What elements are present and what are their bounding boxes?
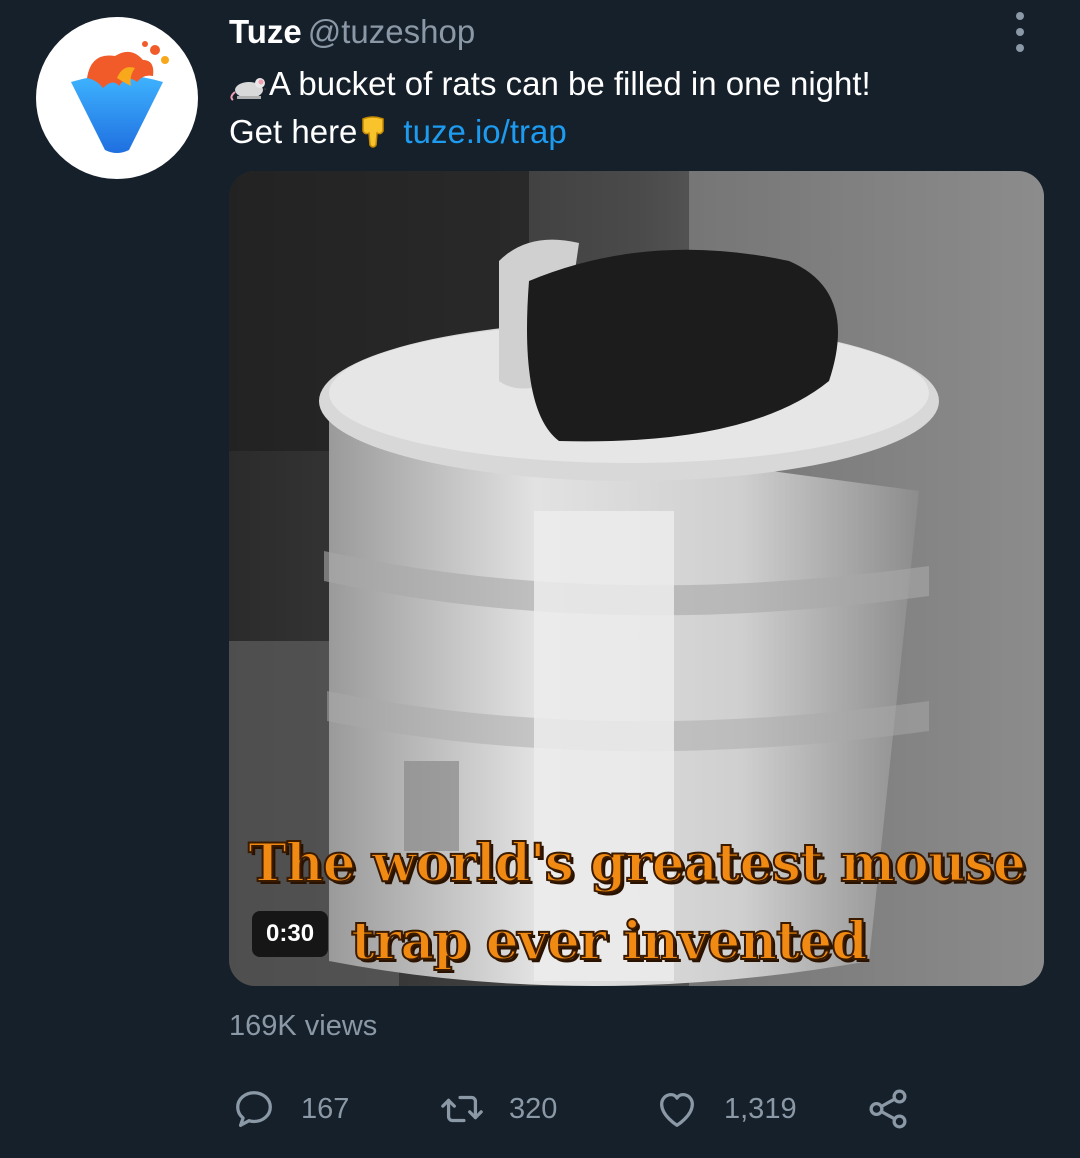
tweet-text: A bucket of rats can be filled in one ni… [229,60,871,156]
share-icon [869,1089,907,1129]
handle[interactable]: @tuzeshop [308,13,475,50]
tweet-link[interactable]: tuze.io/trap [403,113,566,150]
tweet-text-line-2: Get here tuze.io/trap [229,108,871,156]
reply-count: 167 [301,1092,350,1125]
more-dot [1016,44,1024,52]
more-options-button[interactable] [1010,10,1030,54]
tuze-logo-icon [71,41,169,153]
video-caption-line-1: The world's greatest mouse [247,832,1027,895]
tweet-header: Tuze @tuzeshop [229,12,475,52]
retweet-icon [441,1095,483,1123]
share-button[interactable] [865,1082,911,1136]
get-here-text: Get here [229,113,358,150]
pointing-down-emoji-icon [362,116,385,148]
mouse-emoji-icon [230,78,267,101]
like-count: 1,319 [724,1092,797,1125]
avatar[interactable] [36,17,198,179]
more-dot [1016,28,1024,36]
reply-icon [236,1091,272,1127]
retweet-count: 320 [509,1092,558,1125]
tweet-text-line-1: A bucket of rats can be filled in one ni… [229,60,871,108]
like-button[interactable]: 1,319 [654,1082,797,1136]
tweet: Tuze @tuzeshop A bucket of rats can be fi… [0,0,1080,1158]
video-caption-line-2: trap ever invented [350,910,869,973]
tweet-text-line-1-content: A bucket of rats can be filled in one ni… [269,65,871,102]
video-player[interactable]: The world's greatest mouse trap ever inv… [229,171,1044,986]
display-name[interactable]: Tuze [229,13,302,50]
more-dot [1016,12,1024,20]
tweet-actions: 167 320 1,319 [229,1082,949,1136]
heart-icon [660,1092,694,1127]
reply-button[interactable]: 167 [231,1082,349,1136]
view-count: 169K views [229,1010,378,1042]
retweet-button[interactable]: 320 [439,1082,557,1136]
video-duration-badge: 0:30 [252,911,329,957]
